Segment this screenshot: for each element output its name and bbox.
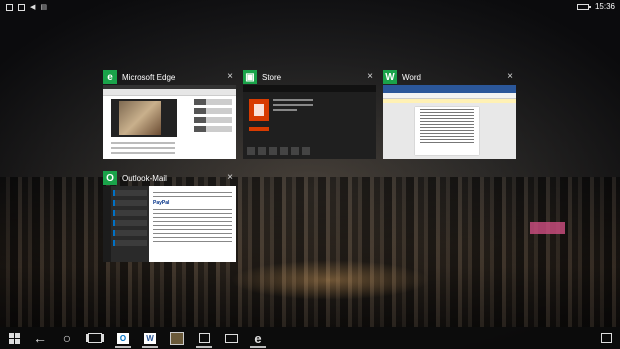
window-card-word[interactable]: W Word × <box>383 69 516 159</box>
windows-logo-icon <box>8 332 20 344</box>
office-logo-icon <box>249 99 269 121</box>
taskbar-app[interactable] <box>165 327 189 349</box>
document-page <box>415 107 479 155</box>
battery-icon <box>576 3 591 10</box>
volume-icon: ◀ <box>30 4 36 11</box>
start-button[interactable] <box>2 327 26 349</box>
task-view-icon <box>88 333 102 343</box>
edge-icon: e <box>254 330 262 346</box>
outlook-icon: O <box>117 332 129 344</box>
taskbar-file-explorer[interactable] <box>219 327 243 349</box>
app-icon <box>170 331 184 345</box>
wallpaper-glow <box>230 260 430 300</box>
notification-icon <box>600 333 612 343</box>
taskbar-outlook[interactable]: O <box>111 327 135 349</box>
wallpaper-neon-sign <box>530 222 565 234</box>
window-title: Outlook-Mail <box>122 173 167 183</box>
task-view-button[interactable] <box>83 327 107 349</box>
window-thumbnail-word[interactable] <box>383 85 516 159</box>
window-card-header: e Microsoft Edge × <box>103 69 236 85</box>
display-icon <box>18 3 25 11</box>
clock: 15:36 <box>594 2 615 11</box>
action-center-button[interactable] <box>594 327 618 349</box>
window-thumbnail-edge[interactable] <box>103 85 236 159</box>
window-thumbnail-store[interactable] <box>243 85 376 159</box>
outlook-mail-icon: O <box>103 171 117 185</box>
window-card-edge[interactable]: e Microsoft Edge × <box>103 69 236 159</box>
close-icon[interactable]: × <box>507 71 513 83</box>
taskbar-edge[interactable]: e <box>246 327 270 349</box>
store-icon: ▣ <box>243 70 257 84</box>
back-button[interactable]: ← <box>28 327 52 349</box>
wallpaper-cityscape <box>0 177 620 327</box>
taskbar-word[interactable]: W <box>138 327 162 349</box>
window-title: Microsoft Edge <box>122 72 176 82</box>
window-card-outlook-mail[interactable]: O Outlook-Mail × PayPal <box>103 170 236 262</box>
close-icon[interactable]: × <box>367 71 373 83</box>
taskbar-store[interactable] <box>192 327 216 349</box>
taskbar: ← ○ O W e <box>0 327 620 349</box>
close-icon[interactable]: × <box>227 71 233 83</box>
window-card-header: ▣ Store × <box>243 69 376 85</box>
video-thumbnail <box>119 101 161 135</box>
store-bag-icon <box>198 333 210 343</box>
cortana-circle-icon: ○ <box>62 330 72 346</box>
window-title: Word <box>402 72 421 82</box>
window-card-header: W Word × <box>383 69 516 85</box>
edge-icon: e <box>103 70 117 84</box>
search-button[interactable]: ○ <box>55 327 79 349</box>
window-thumbnail-outlook-mail[interactable]: PayPal <box>103 186 236 262</box>
tablet-mode-icon <box>6 3 13 11</box>
window-card-store[interactable]: ▣ Store × <box>243 69 376 159</box>
folder-icon <box>224 333 238 343</box>
paypal-logo: PayPal <box>153 200 170 206</box>
status-bar: ◀ ▤ 15:36 <box>0 0 620 14</box>
window-card-header: O Outlook-Mail × <box>103 170 236 186</box>
word-icon: W <box>144 332 156 344</box>
window-title: Store <box>262 72 282 82</box>
word-icon: W <box>383 70 397 84</box>
close-icon[interactable]: × <box>227 172 233 184</box>
back-arrow-icon: ← <box>33 330 47 346</box>
network-icon: ▤ <box>40 4 48 11</box>
